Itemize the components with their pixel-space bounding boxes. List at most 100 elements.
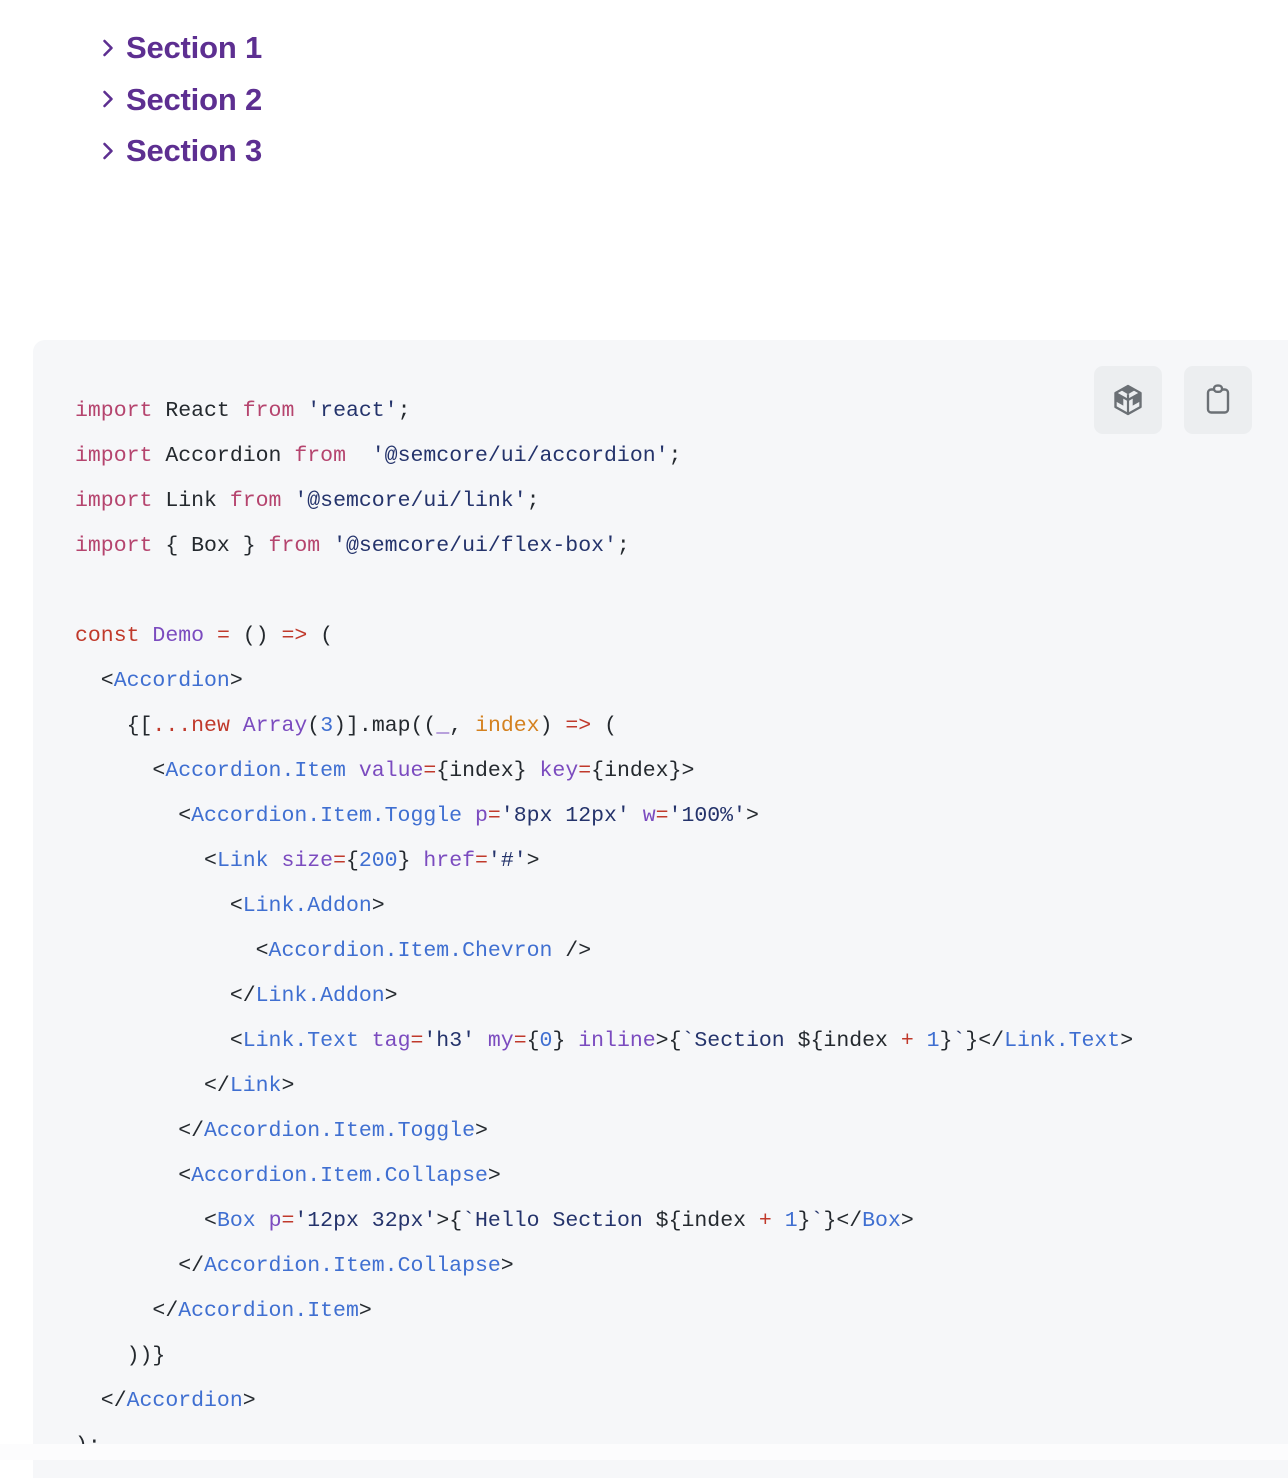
code-token: = (655, 804, 669, 828)
accordion-section-link-1[interactable]: Section 1 (102, 30, 262, 66)
code-token: </ (75, 1254, 205, 1278)
code-token: < (75, 1209, 217, 1233)
code-content[interactable]: import React from 'react'; import Accord… (33, 340, 1288, 1478)
code-token: inline (578, 1029, 656, 1053)
code-token: ( (591, 714, 618, 738)
code-token: p (474, 804, 488, 828)
code-token: new (191, 714, 230, 738)
code-token: }> (668, 759, 695, 783)
code-token: Link.Addon (242, 894, 372, 918)
code-token: from (242, 399, 295, 423)
code-token: > (358, 1299, 372, 1323)
code-token: Accordion.Item.Chevron (268, 939, 553, 963)
code-token: < (75, 804, 192, 828)
code-token: </ (75, 1299, 179, 1323)
code-token: import (75, 489, 153, 513)
chevron-right-icon (102, 88, 115, 110)
code-token: { (345, 849, 359, 873)
chevron-right-icon (102, 37, 115, 59)
code-tokens: import React from 'react'; import Accord… (75, 399, 1133, 1458)
code-token: ( (307, 624, 334, 648)
code-token: /> (552, 939, 592, 963)
code-token: Box (216, 1209, 256, 1233)
page-footer-panel (0, 1444, 1288, 1460)
chevron-right-icon (102, 140, 115, 162)
code-token: { (526, 1029, 540, 1053)
code-block: import React from 'react'; import Accord… (33, 340, 1288, 1478)
code-token: _ (436, 714, 450, 738)
accordion-section-title: Section 2 (126, 81, 263, 117)
code-token: > (526, 849, 540, 873)
code-token: < (75, 1029, 243, 1053)
code-token: Accordion (152, 444, 295, 468)
code-token: ) (539, 714, 566, 738)
code-token: p (268, 1209, 282, 1233)
code-token: ${ (655, 1209, 682, 1233)
code-token: = (216, 624, 230, 648)
code-token: ` (952, 1029, 966, 1053)
code-token: = (487, 804, 501, 828)
code-token: Link (152, 489, 230, 513)
code-token: = (423, 759, 437, 783)
code-token: '#' (487, 849, 527, 873)
code-token: () (229, 624, 282, 648)
code-token: `Section (681, 1029, 798, 1053)
code-token: = (410, 1029, 424, 1053)
code-token: index (681, 1209, 759, 1233)
accordion-item: Section 3 Hello Section 3 (0, 125, 1288, 177)
accordion-item-toggle-3[interactable]: Section 3 (90, 125, 1288, 177)
code-token: '@semcore/ui/accordion' (371, 444, 669, 468)
code-token: (( (410, 714, 437, 738)
code-token: = (281, 1209, 295, 1233)
code-token: import (75, 534, 153, 558)
code-token: from (229, 489, 282, 513)
code-token: > (229, 669, 243, 693)
code-token: '8px 12px' (500, 804, 630, 828)
code-token: = (578, 759, 592, 783)
code-token: '@semcore/ui/link' (294, 489, 527, 513)
accordion-item: Section 2 Hello Section 2 (0, 74, 1288, 126)
code-token: > (474, 1119, 488, 1143)
code-token: Accordion.Item.Collapse (204, 1254, 501, 1278)
code-token: = (513, 1029, 527, 1053)
code-token: const (75, 624, 140, 648)
code-token: </ (75, 984, 256, 1008)
code-token: ... (152, 714, 192, 738)
code-token: } (513, 759, 540, 783)
code-token: > (384, 984, 398, 1008)
code-token: key (539, 759, 579, 783)
code-token: = (475, 849, 488, 873)
accordion-item-toggle-2[interactable]: Section 2 (90, 74, 1288, 126)
accordion-section-link-2[interactable]: Section 2 (102, 82, 262, 118)
code-token: => (565, 714, 592, 738)
code-token: import (75, 399, 153, 423)
code-token: }</ (823, 1209, 863, 1233)
open-in-sandbox-button[interactable] (1094, 366, 1162, 434)
clipboard-icon (1205, 384, 1231, 416)
accordion-section-title: Section 1 (126, 30, 263, 65)
code-token: index (604, 759, 669, 783)
code-token: > (487, 1164, 501, 1188)
code-token: ; (616, 534, 630, 558)
code-token: map (371, 714, 411, 738)
accordion-section-link-3[interactable]: Section 3 (102, 133, 262, 169)
code-token: Array (242, 714, 308, 738)
accordion-item-toggle-1[interactable]: Section 1 (90, 22, 1288, 74)
code-token: }</ (965, 1029, 1005, 1053)
code-token: > (500, 1254, 514, 1278)
copy-code-button[interactable] (1184, 366, 1252, 434)
code-token: > (1120, 1029, 1134, 1053)
code-token: index (475, 714, 540, 738)
code-token: Link.Text (242, 1029, 359, 1053)
code-token: Box (862, 1209, 901, 1233)
